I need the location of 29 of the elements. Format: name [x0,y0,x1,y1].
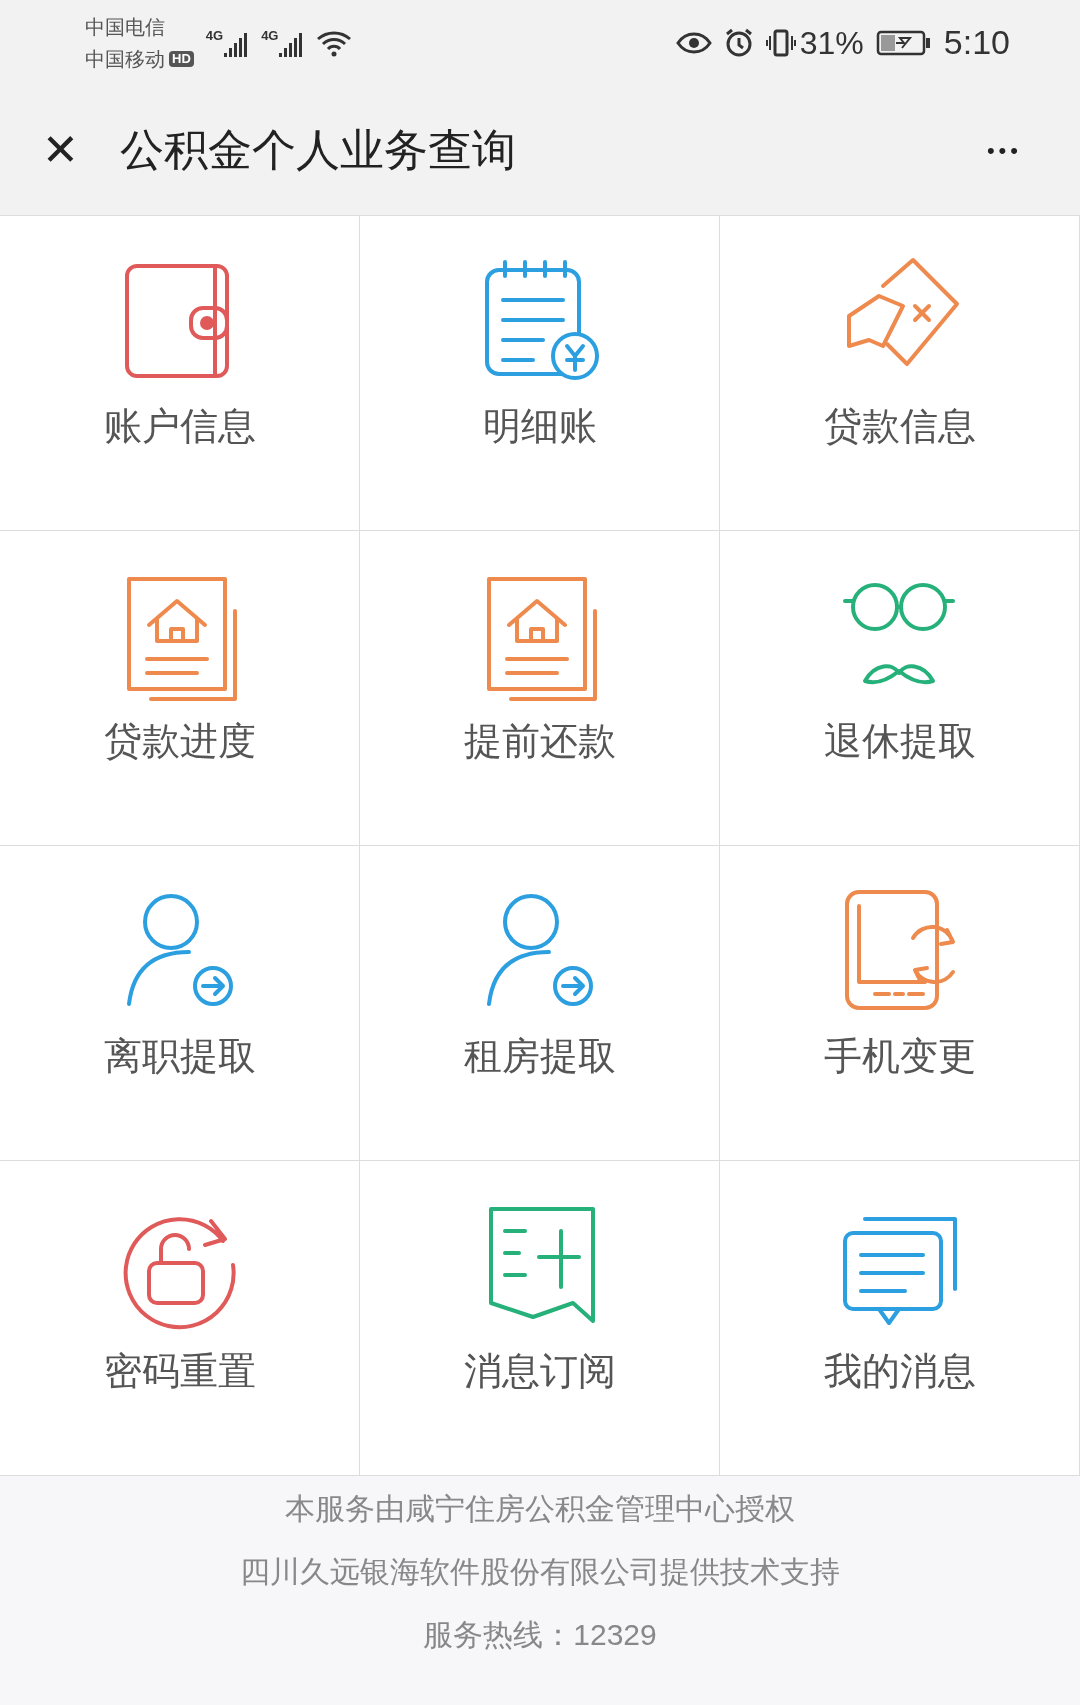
battery-charging-icon [875,29,932,56]
footer-text: 服务热线：12329 [423,1617,657,1653]
service-tile[interactable]: 密码重置 [0,1161,360,1476]
close-button[interactable]: ✕ [34,128,86,172]
footer-text: 本服务由咸宁住房公积金管理中心授权 [285,1491,795,1527]
footer-text: 四川久远银海软件股份有限公司提供技术支持 [240,1554,840,1590]
service-tile[interactable]: 贷款进度 [0,531,360,846]
service-tile[interactable]: 明细账 [360,216,720,531]
wifi-icon [316,28,353,57]
page-title: 公积金个人业务查询 [120,124,516,176]
service-tile[interactable]: 退休提取 [720,531,1080,846]
network-label: 4G [205,28,224,43]
carrier-name: 中国移动 [85,46,165,72]
service-tile[interactable]: 租房提取 [360,846,720,1161]
service-tile[interactable]: 我的消息 [720,1161,1080,1476]
service-tile[interactable]: 手机变更 [720,846,1080,1161]
service-tile[interactable]: 离职提取 [0,846,360,1161]
network-label: 4G [261,28,279,43]
clock-time: 5:10 [943,22,1010,63]
carrier-name: 中国电信 [85,14,166,40]
service-tile[interactable]: 提前还款 [360,531,720,846]
alarm-icon [723,27,754,58]
more-button[interactable]: ••• [986,133,1022,167]
service-tile[interactable]: 账户信息 [0,216,360,531]
vibrate-icon [765,27,796,58]
battery-percent: 31% [799,23,864,63]
hd-badge: HD [169,50,194,67]
service-tile[interactable]: 贷款信息 [720,216,1080,531]
service-tile[interactable]: 消息订阅 [360,1161,720,1476]
